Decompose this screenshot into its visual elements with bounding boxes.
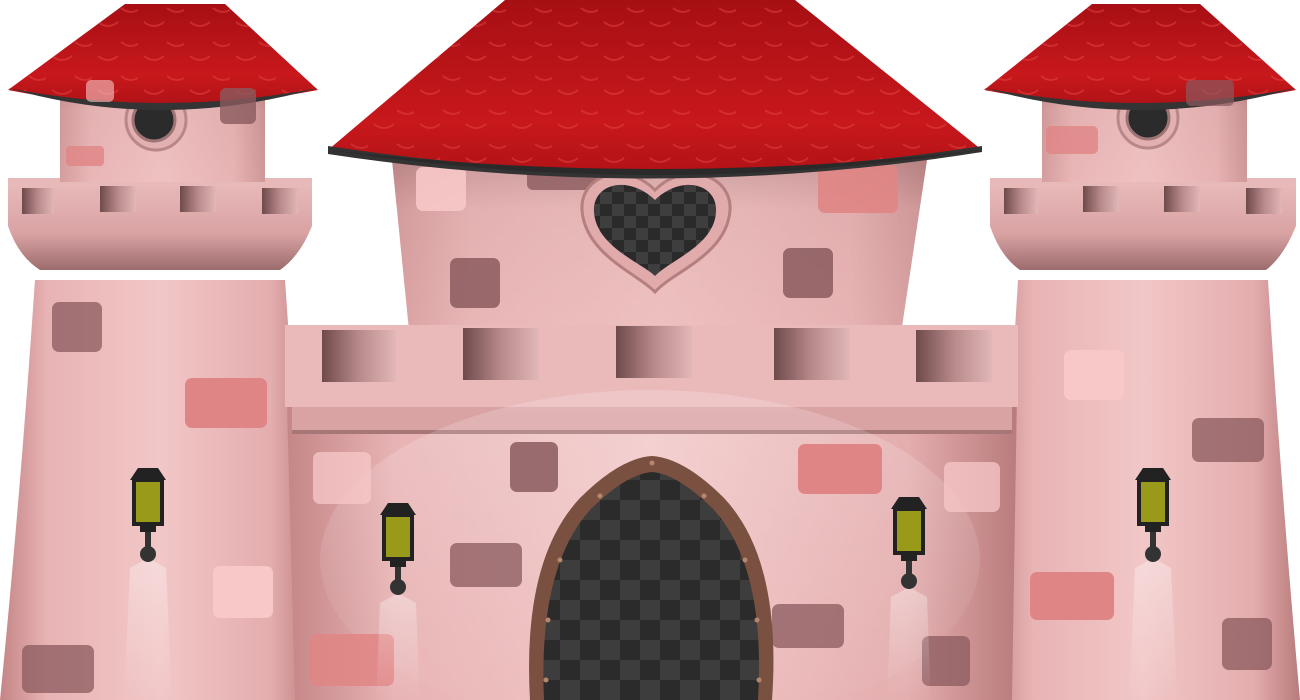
central-keep-roof	[328, 0, 982, 179]
central-keep	[328, 0, 982, 340]
left-tower-roof	[8, 4, 318, 110]
lamp-3	[887, 497, 931, 700]
right-tower-roof	[984, 4, 1296, 110]
castle-illustration	[0, 0, 1300, 700]
